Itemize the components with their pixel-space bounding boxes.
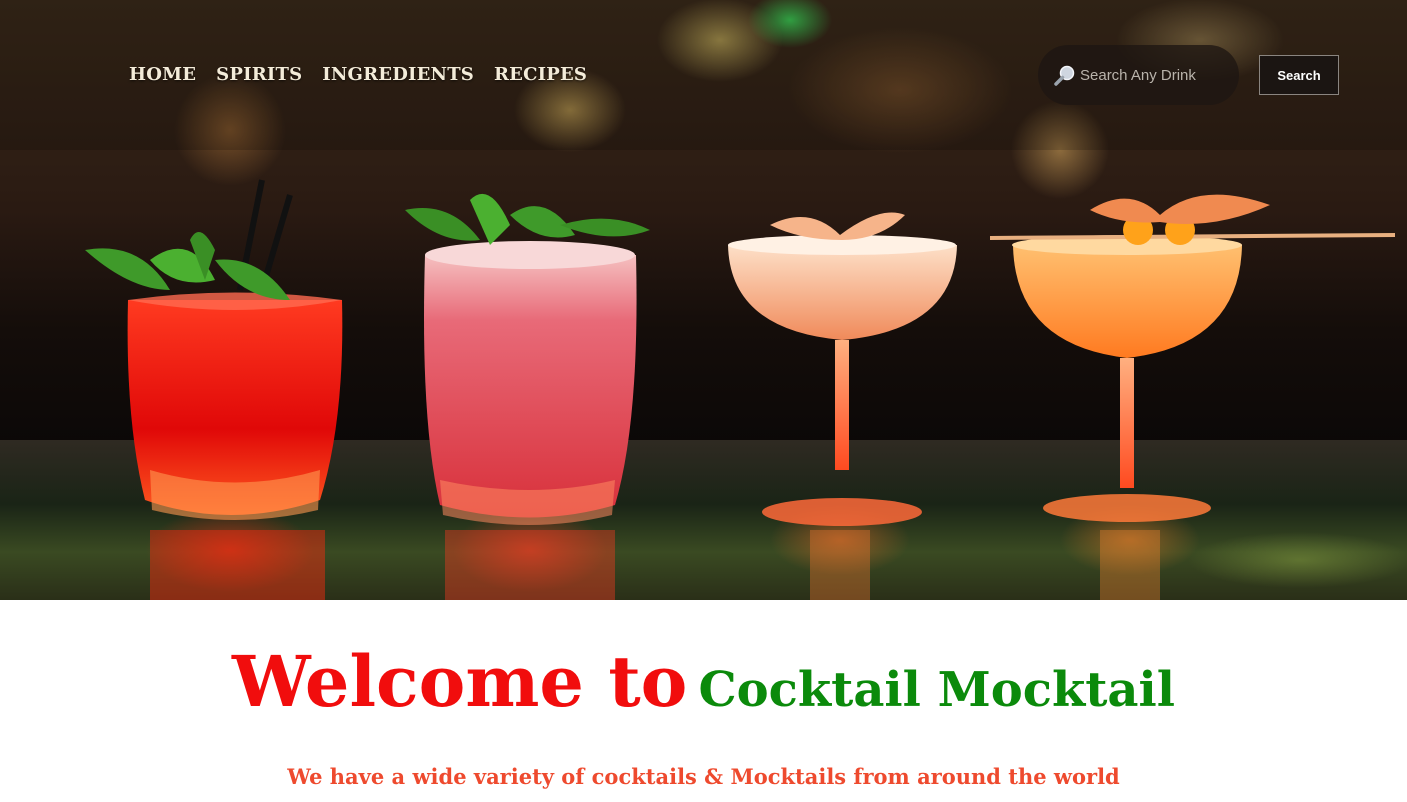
- brand-name: Cocktail Mocktail: [698, 662, 1175, 718]
- search-input[interactable]: [1080, 66, 1230, 84]
- welcome-heading: Welcome to Cocktail Mocktail: [0, 640, 1407, 723]
- hero-banner: HOME SPIRITS INGREDIENTS RECIPES Search: [0, 0, 1407, 600]
- peach-coupe-glass: [728, 212, 957, 526]
- search-button[interactable]: Search: [1259, 55, 1339, 95]
- main-nav: HOME SPIRITS INGREDIENTS RECIPES: [129, 64, 587, 85]
- nav-recipes[interactable]: RECIPES: [494, 64, 587, 85]
- red-cocktail-glass: [85, 179, 343, 520]
- tagline: We have a wide variety of cocktails & Mo…: [287, 764, 1120, 789]
- nav-home[interactable]: HOME: [129, 64, 196, 85]
- orange-coupe-glass: [989, 194, 1396, 522]
- nav-spirits[interactable]: SPIRITS: [216, 64, 302, 85]
- welcome-prefix: Welcome to: [232, 640, 688, 723]
- nav-ingredients[interactable]: INGREDIENTS: [322, 64, 474, 85]
- pink-cocktail-glass: [405, 193, 650, 525]
- magnifier-icon: [1054, 65, 1075, 86]
- search-box: [1038, 45, 1239, 105]
